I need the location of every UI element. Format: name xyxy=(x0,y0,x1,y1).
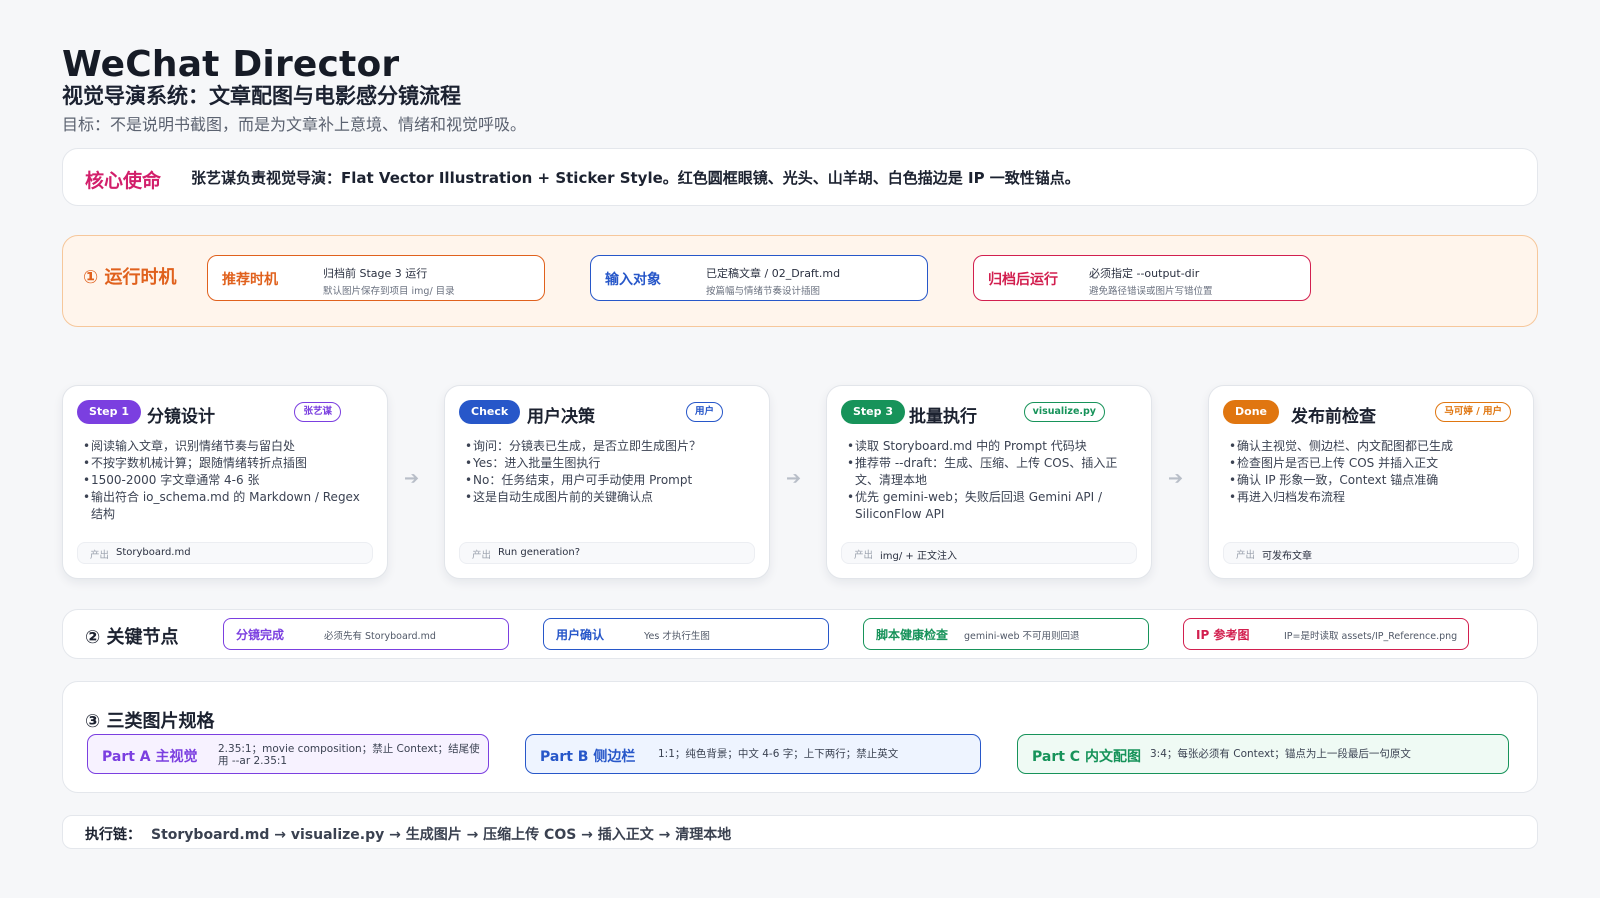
mission-text: 张艺谋负责视觉导演：Flat Vector Illustration + Sti… xyxy=(191,169,1080,187)
step-bullets: 阅读输入文章，识别情绪节奏与留白处 不按字数机械计算；跟随情绪转折点插图 150… xyxy=(83,438,373,523)
step-owner-badge: visualize.py xyxy=(1023,402,1105,422)
step-card-user-decision: Check 用户决策 用户 询问：分镜表已生成，是否立即生成图片？ Yes：进入… xyxy=(444,385,770,579)
page-title: WeChat Director xyxy=(62,44,400,85)
flow-arrow-icon: ➔ xyxy=(404,468,420,489)
spec-part-c: Part C 内文配图 3:4；每张必须有 Context；锚点为上一段最后一句… xyxy=(1017,734,1509,774)
step-bullet: 询问：分镜表已生成，是否立即生成图片？ xyxy=(465,438,755,455)
page-goal: 目标：不是说明书截图，而是为文章补上意境、情绪和视觉呼吸。 xyxy=(62,115,527,134)
keynode-head: 分镜完成 xyxy=(236,628,285,642)
step-bullet: 阅读输入文章，识别情绪节奏与留白处 xyxy=(83,438,373,455)
step-output: 产出 img/ + 正文注入 xyxy=(841,542,1137,564)
runtime-box-head: 输入对象 xyxy=(605,272,661,288)
runtime-box-main: 必须指定 --output-dir xyxy=(1089,267,1200,280)
specs-label: ③ 三类图片规格 xyxy=(85,711,215,732)
keynode-value: 必须先有 Storyboard.md xyxy=(324,631,436,642)
runtime-box-main: 归档前 Stage 3 运行 xyxy=(323,267,428,280)
step-pill: Step 3 xyxy=(841,400,905,424)
runtime-box-after-archive: 归档后运行 必须指定 --output-dir 避免路径错误或图片写错位置 xyxy=(973,255,1311,301)
step-bullet: 再进入归档发布流程 xyxy=(1229,489,1519,506)
spec-value: 1:1；纯色背景；中文 4-6 字；上下两行；禁止英文 xyxy=(658,748,899,760)
step-bullet: 检查图片是否已上传 COS 并插入正文 xyxy=(1229,455,1519,472)
step-bullet: 确认主视觉、侧边栏、内文配图都已生成 xyxy=(1229,438,1519,455)
step-output-label: 产出 xyxy=(90,550,110,561)
spec-head: Part C 内文配图 xyxy=(1032,749,1141,765)
runtime-label: ① 运行时机 xyxy=(83,267,177,288)
keynodes-label: ② 关键节点 xyxy=(85,627,179,648)
specs-panel: ③ 三类图片规格 Part A 主视觉 2.35:1；movie composi… xyxy=(62,681,1538,793)
step-bullet: 推荐带 --draft：生成、压缩、上传 COS、插入正文、清理本地 xyxy=(847,455,1137,489)
runtime-box-head: 归档后运行 xyxy=(988,272,1058,288)
step-bullets: 确认主视觉、侧边栏、内文配图都已生成 检查图片是否已上传 COS 并插入正文 确… xyxy=(1229,438,1519,506)
step-bullet: 输出符合 io_schema.md 的 Markdown / Regex 结构 xyxy=(83,489,373,523)
step-bullet: 确认 IP 形象一致，Context 锚点准确 xyxy=(1229,472,1519,489)
runtime-box-main: 已定稿文章 / 02_Draft.md xyxy=(706,267,841,280)
step-bullets: 读取 Storyboard.md 中的 Prompt 代码块 推荐带 --dra… xyxy=(847,438,1137,523)
runtime-box-recommended: 推荐时机 归档前 Stage 3 运行 默认图片保存到项目 img/ 目录 xyxy=(207,255,545,301)
runtime-box-head: 推荐时机 xyxy=(222,272,278,288)
runtime-panel: ① 运行时机 推荐时机 归档前 Stage 3 运行 默认图片保存到项目 img… xyxy=(62,235,1538,327)
keynode-head: IP 参考图 xyxy=(1196,628,1250,642)
step-bullets: 询问：分镜表已生成，是否立即生成图片？ Yes：进入批量生图执行 No：任务结束… xyxy=(465,438,755,506)
spec-head: Part B 侧边栏 xyxy=(540,749,636,765)
step-bullet: No：任务结束，用户可手动使用 Prompt xyxy=(465,472,755,489)
step-output-value: 可发布文章 xyxy=(1262,551,1312,562)
flow-arrow-icon: ➔ xyxy=(1168,468,1184,489)
flow-arrow-icon: ➔ xyxy=(786,468,802,489)
chain-label: 执行链： xyxy=(85,827,141,843)
step-card-storyboard: Step 1 分镜设计 张艺谋 阅读输入文章，识别情绪节奏与留白处 不按字数机械… xyxy=(62,385,388,579)
keynode-value: IP=是时读取 assets/IP_Reference.png xyxy=(1284,631,1458,642)
keynode-value: gemini-web 不可用则回退 xyxy=(964,631,1080,642)
step-owner-badge: 用户 xyxy=(685,402,723,422)
mission-panel: 核心使命 张艺谋负责视觉导演：Flat Vector Illustration … xyxy=(62,148,1538,206)
keynode-head: 用户确认 xyxy=(556,628,605,642)
step-output-value: Run generation? xyxy=(498,547,581,558)
spec-part-a: Part A 主视觉 2.35:1；movie composition；禁止 C… xyxy=(87,734,489,774)
step-pill: Check xyxy=(459,400,521,424)
step-output: 产出 可发布文章 xyxy=(1223,542,1519,564)
keynode-user-confirm: 用户确认 Yes 才执行生图 xyxy=(543,618,829,650)
spec-part-b: Part B 侧边栏 1:1；纯色背景；中文 4-6 字；上下两行；禁止英文 xyxy=(525,734,981,774)
runtime-box-sub: 按篇幅与情绪节奏设计插图 xyxy=(706,286,821,297)
step-bullet: 不按字数机械计算；跟随情绪转折点插图 xyxy=(83,455,373,472)
step-pill: Done xyxy=(1223,400,1279,424)
step-title: 发布前检查 xyxy=(1291,407,1376,427)
spec-head: Part A 主视觉 xyxy=(102,749,198,765)
step-title: 分镜设计 xyxy=(147,407,215,427)
step-bullet: Yes：进入批量生图执行 xyxy=(465,455,755,472)
keynode-head: 脚本健康检查 xyxy=(876,628,949,642)
step-pill: Step 1 xyxy=(77,400,141,424)
keynodes-panel: ② 关键节点 分镜完成 必须先有 Storyboard.md 用户确认 Yes … xyxy=(62,609,1538,659)
step-card-batch-execute: Step 3 批量执行 visualize.py 读取 Storyboard.m… xyxy=(826,385,1152,579)
step-card-prepublish-check: Done 发布前检查 马可婷 / 用户 确认主视觉、侧边栏、内文配图都已生成 检… xyxy=(1208,385,1534,579)
step-bullet: 优先 gemini-web；失败后回退 Gemini API / Silicon… xyxy=(847,489,1137,523)
mission-label: 核心使命 xyxy=(85,170,162,192)
step-output: 产出 Run generation? xyxy=(459,542,755,564)
step-owner-badge: 张艺谋 xyxy=(294,402,341,422)
execution-chain: 执行链： Storyboard.md → visualize.py → 生成图片… xyxy=(62,815,1538,849)
step-output-label: 产出 xyxy=(1236,550,1256,561)
keynode-storyboard-done: 分镜完成 必须先有 Storyboard.md xyxy=(223,618,509,650)
keynode-health-check: 脚本健康检查 gemini-web 不可用则回退 xyxy=(863,618,1149,650)
step-output-value: Storyboard.md xyxy=(116,547,191,558)
keynode-ip-reference: IP 参考图 IP=是时读取 assets/IP_Reference.png xyxy=(1183,618,1469,650)
step-output-label: 产出 xyxy=(472,550,492,561)
step-output-value: img/ + 正文注入 xyxy=(880,551,957,562)
page-subtitle: 视觉导演系统：文章配图与电影感分镜流程 xyxy=(62,84,461,108)
step-output: 产出 Storyboard.md xyxy=(77,542,373,564)
runtime-box-sub: 避免路径错误或图片写错位置 xyxy=(1089,286,1213,297)
spec-value: 3:4；每张必须有 Context；锚点为上一段最后一句原文 xyxy=(1150,748,1411,760)
step-title: 批量执行 xyxy=(909,407,977,427)
keynode-value: Yes 才执行生图 xyxy=(644,631,710,642)
runtime-box-sub: 默认图片保存到项目 img/ 目录 xyxy=(323,286,455,297)
step-bullet: 1500-2000 字文章通常 4-6 张 xyxy=(83,472,373,489)
step-bullet: 这是自动生成图片前的关键确认点 xyxy=(465,489,755,506)
chain-value: Storyboard.md → visualize.py → 生成图片 → 压缩… xyxy=(151,827,732,843)
runtime-box-input: 输入对象 已定稿文章 / 02_Draft.md 按篇幅与情绪节奏设计插图 xyxy=(590,255,928,301)
step-output-label: 产出 xyxy=(854,550,874,561)
step-owner-badge: 马可婷 / 用户 xyxy=(1435,402,1511,422)
spec-value: 2.35:1；movie composition；禁止 Context；结尾使用… xyxy=(218,743,480,767)
step-title: 用户决策 xyxy=(527,407,595,427)
step-bullet: 读取 Storyboard.md 中的 Prompt 代码块 xyxy=(847,438,1137,455)
